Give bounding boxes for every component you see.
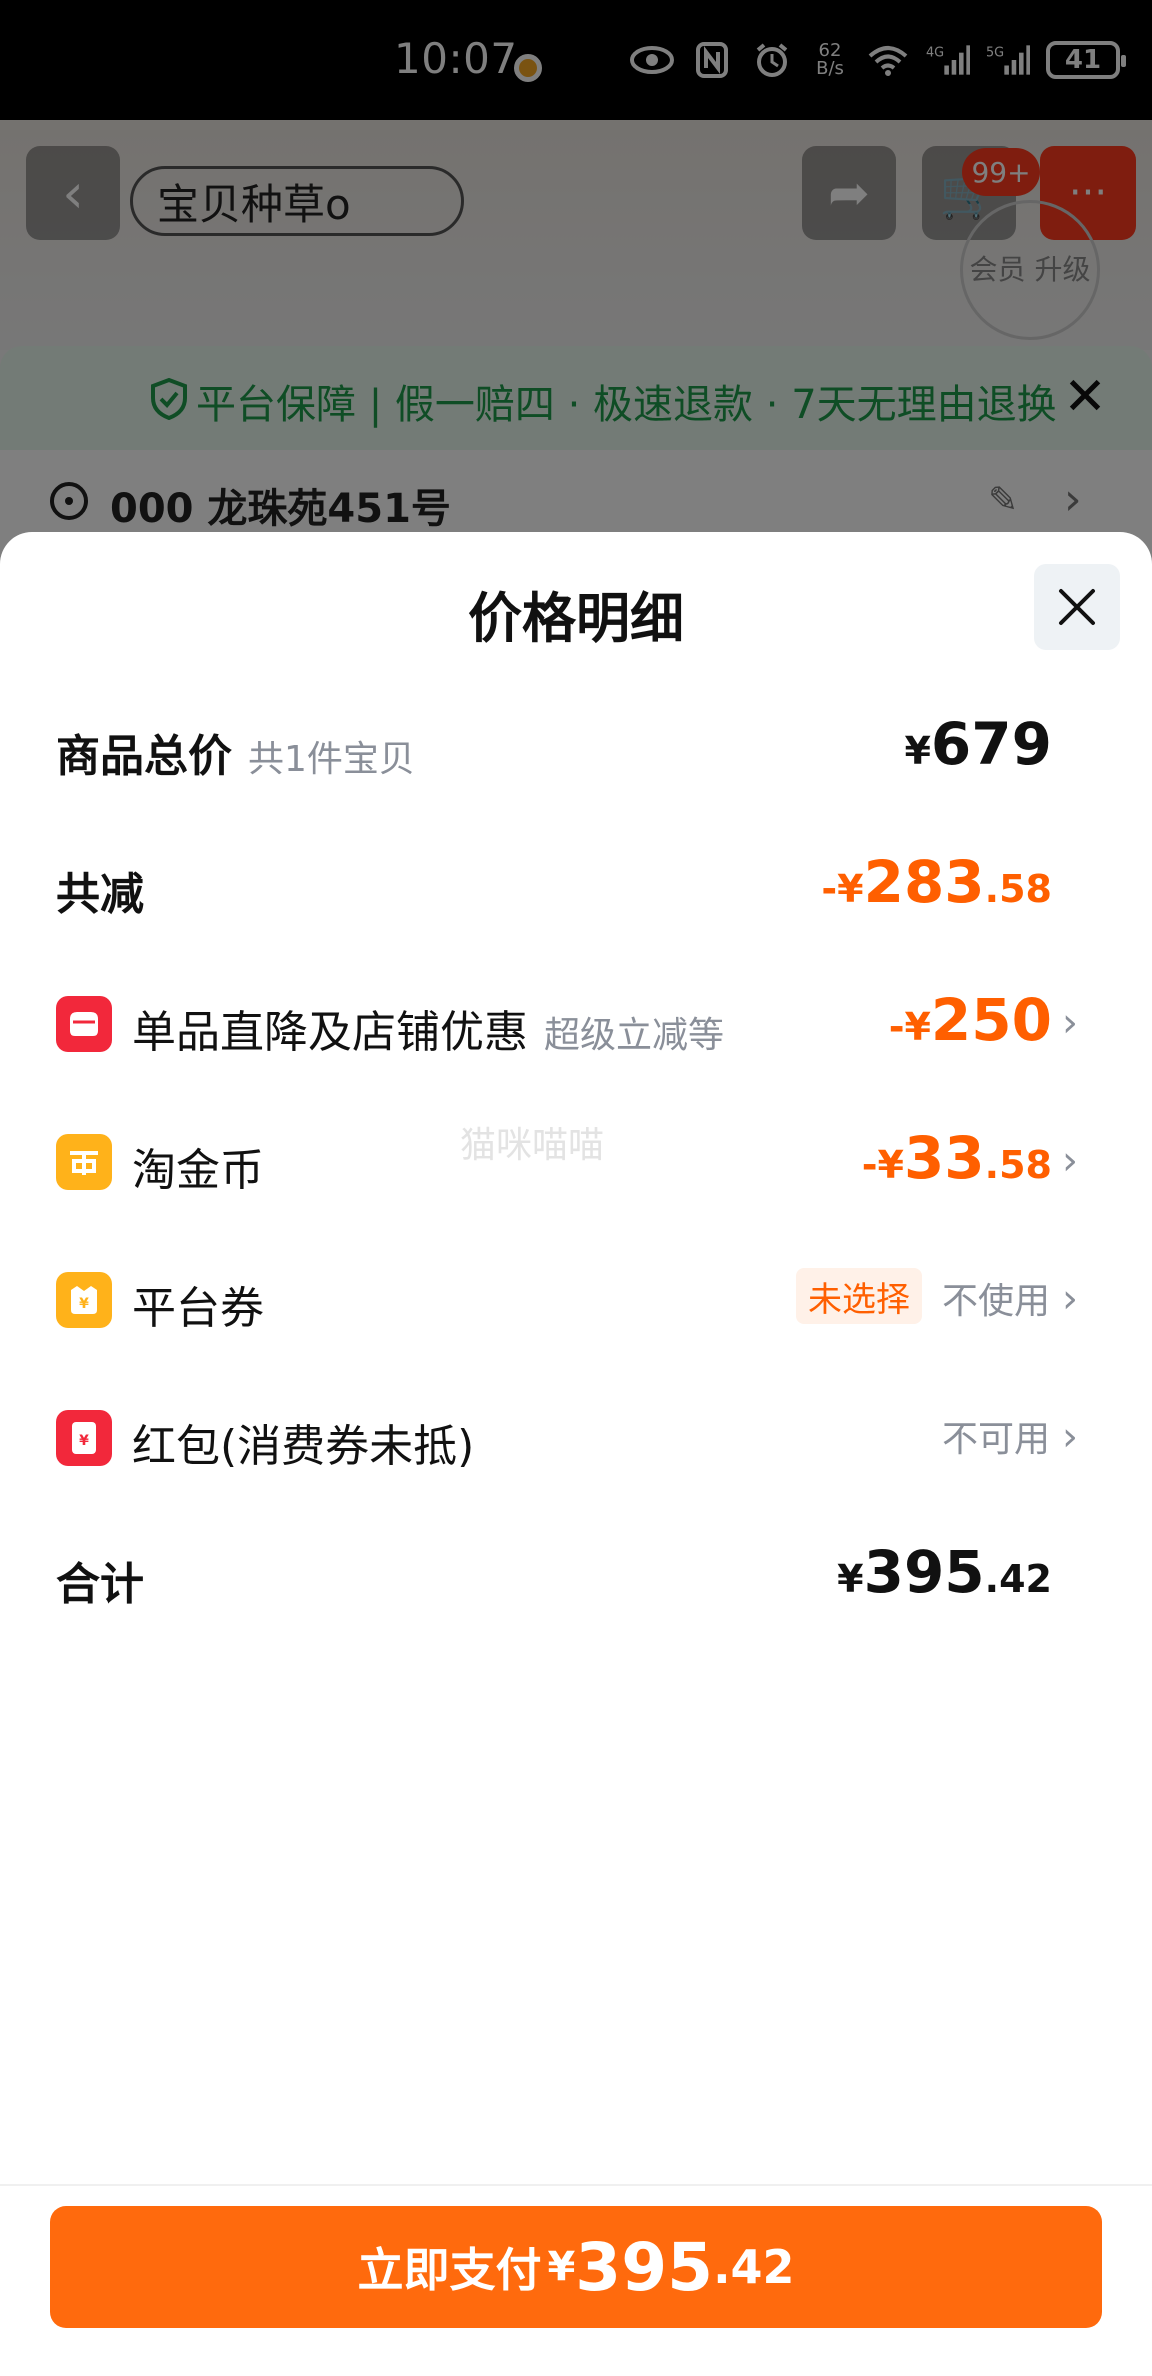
total-discount-amount: -¥283.58 bbox=[821, 848, 1052, 916]
sum-label: 合计 bbox=[56, 1559, 144, 1610]
store-discount-amount: -¥250 bbox=[888, 986, 1052, 1054]
sheet-title: 价格明细 bbox=[468, 587, 684, 650]
coupon-icon: ¥ bbox=[56, 1272, 112, 1328]
pay-button-yen: ¥ bbox=[547, 2244, 576, 2290]
chevron-right-icon: › bbox=[1062, 1276, 1078, 1322]
red-packet-status: 不可用 bbox=[942, 1419, 1051, 1460]
store-icon bbox=[56, 996, 112, 1052]
red-packet-icon: ¥ bbox=[56, 1410, 112, 1466]
pay-button-dec: .42 bbox=[713, 2240, 795, 2294]
coins-amount: -¥33.58 bbox=[861, 1124, 1052, 1192]
chevron-right-icon: › bbox=[1062, 1000, 1078, 1046]
coins-label: 淘金币 bbox=[132, 1145, 264, 1196]
platform-coupon-row[interactable]: ¥ 平台券 未选择 不使用 › bbox=[0, 1254, 1152, 1344]
subtotal-amount: ¥679 bbox=[904, 710, 1052, 778]
chevron-right-icon: › bbox=[1062, 1138, 1078, 1184]
price-detail-sheet: 价格明细 商品总价 共1件宝贝 ¥679 共减 -¥283.58 单品直降及店铺优… bbox=[0, 532, 1152, 2376]
red-packet-row[interactable]: ¥ 红包(消费券未抵) 不可用 › bbox=[0, 1392, 1152, 1482]
coupon-status: 不使用 bbox=[942, 1281, 1051, 1322]
pay-button-label: 立即支付 bbox=[357, 2243, 542, 2297]
close-icon bbox=[1059, 589, 1095, 625]
total-discount-label: 共减 bbox=[56, 869, 144, 920]
watermark-text: 猫咪喵喵 bbox=[460, 1125, 605, 1166]
close-button[interactable] bbox=[1034, 564, 1120, 650]
sum-amount: ¥395.42 bbox=[837, 1538, 1052, 1606]
svg-text:¥: ¥ bbox=[79, 1296, 89, 1312]
store-discount-sub: 超级立减等 bbox=[544, 1015, 725, 1056]
coupon-unselected-tag: 未选择 bbox=[796, 1268, 922, 1324]
pay-button-int: 395 bbox=[575, 2228, 714, 2306]
pay-now-button[interactable]: 立即支付 ¥ 395 .42 bbox=[50, 2206, 1102, 2328]
subtotal-label: 商品总价 共1件宝贝 bbox=[56, 731, 415, 782]
chevron-right-icon: › bbox=[1062, 1414, 1078, 1460]
pay-bar-divider bbox=[0, 2184, 1152, 2186]
svg-text:¥: ¥ bbox=[79, 1433, 89, 1449]
red-packet-label: 红包(消费券未抵) bbox=[132, 1421, 475, 1472]
store-discount-row[interactable]: 单品直降及店铺优惠 超级立减等 -¥250 › bbox=[0, 978, 1152, 1068]
subtotal-row: 商品总价 共1件宝贝 ¥679 bbox=[0, 702, 1152, 792]
store-discount-label: 单品直降及店铺优惠 超级立减等 bbox=[132, 1007, 725, 1058]
subtotal-count: 共1件宝贝 bbox=[248, 739, 415, 780]
total-discount-row: 共减 -¥283.58 bbox=[0, 840, 1152, 930]
platform-coupon-label: 平台券 bbox=[132, 1283, 264, 1334]
coin-icon bbox=[56, 1134, 112, 1190]
sum-row: 合计 ¥395.42 bbox=[0, 1530, 1152, 1620]
